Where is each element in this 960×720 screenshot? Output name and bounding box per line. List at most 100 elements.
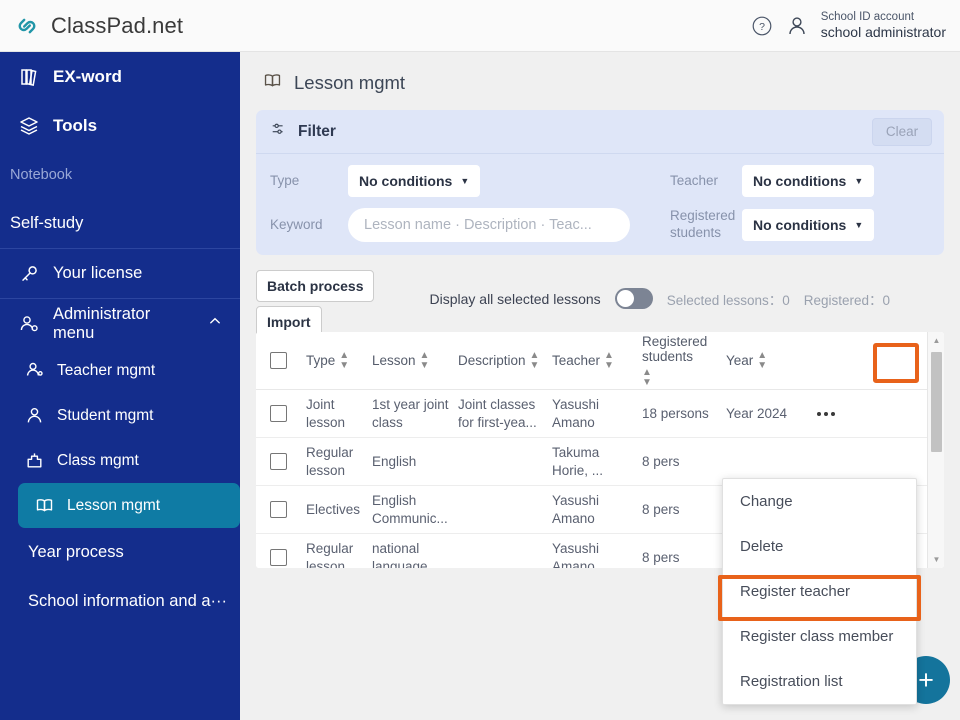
batch-process-button[interactable]: Batch process xyxy=(256,270,375,302)
kebab-menu-icon[interactable] xyxy=(806,398,846,429)
scrollbar-thumb[interactable] xyxy=(931,352,942,452)
chain-link-icon xyxy=(12,11,42,41)
column-label: Year xyxy=(726,353,754,368)
row-checkbox[interactable] xyxy=(270,501,287,518)
page-title: Lesson mgmt xyxy=(240,52,960,110)
sort-icon[interactable]: ▲ ▼ xyxy=(339,350,349,371)
filter-title: Filter xyxy=(298,122,336,140)
column-label: Registered students xyxy=(642,333,708,364)
registered-count: Registered：0 xyxy=(803,292,891,308)
scroll-down-icon[interactable]: ▼ xyxy=(928,551,944,568)
filter-header: Filter Clear xyxy=(256,110,944,154)
context-menu-item-delete[interactable]: Delete xyxy=(723,524,916,569)
sidebar-item-lesson-mgmt[interactable]: Lesson mgmt xyxy=(18,483,240,528)
person-icon[interactable] xyxy=(785,14,809,38)
sort-icon[interactable]: ▲ ▼ xyxy=(604,350,614,371)
brand[interactable]: ClassPad.net xyxy=(0,11,183,41)
cell-teacher: Yasushi Amano xyxy=(552,492,600,526)
row-checkbox[interactable] xyxy=(270,453,287,470)
cell-teacher: Yasushi Amano, ... xyxy=(552,540,614,568)
cell-lesson: English Communic... xyxy=(372,492,448,526)
filter-type-select[interactable]: No conditions ▼ xyxy=(348,165,481,197)
cell-type: Electives xyxy=(306,501,361,517)
sidebar-item-label: Your license xyxy=(53,264,143,282)
sort-icon[interactable]: ▲ ▼ xyxy=(530,350,540,371)
sidebar-item-your-license[interactable]: Your license xyxy=(0,249,240,298)
book-open-icon xyxy=(34,495,55,516)
sidebar-item-label: Notebook xyxy=(10,166,73,183)
sidebar-item-administrator-menu[interactable]: Administrator menu xyxy=(0,299,240,348)
cell-year: Year 2024 xyxy=(726,405,788,421)
sidebar-item-label: Self-study xyxy=(10,214,84,232)
sidebar-item-ex-word[interactable]: EX-word xyxy=(0,52,240,101)
filter-body: Type No conditions ▼ Keyword Teacher xyxy=(256,154,944,255)
books-icon xyxy=(18,66,40,88)
filter-teacher-select[interactable]: No conditions ▼ xyxy=(742,165,875,197)
cell-registered: 8 pers xyxy=(642,549,680,565)
top-bar: ClassPad.net ? School ID account school … xyxy=(0,0,960,52)
display-all-selected-toggle[interactable] xyxy=(614,288,653,309)
select-all-checkbox[interactable] xyxy=(270,352,287,369)
sidebar-item-teacher-mgmt[interactable]: Teacher mgmt xyxy=(0,348,240,393)
table-toolbar: Batch process Import Display all selecte… xyxy=(256,270,944,338)
sidebar-item-student-mgmt[interactable]: Student mgmt xyxy=(0,393,240,438)
row-checkbox[interactable] xyxy=(270,405,287,422)
context-menu-item-register-teacher[interactable]: Register teacher xyxy=(723,569,916,614)
toolbar-status: Display all selected lessons Selected le… xyxy=(429,288,890,309)
page-title-text: Lesson mgmt xyxy=(294,72,406,93)
sort-icon[interactable]: ▲ ▼ xyxy=(420,350,430,371)
column-label: Teacher xyxy=(552,353,601,368)
filter-right-column: Teacher No conditions ▼ Registered stude… xyxy=(670,165,875,242)
key-icon xyxy=(18,263,40,285)
filter-registered-select[interactable]: No conditions ▼ xyxy=(742,208,875,241)
sort-icon[interactable]: ▲ ▼ xyxy=(642,367,652,388)
filter-keyword-input[interactable] xyxy=(348,208,630,242)
filter-type-value: No conditions xyxy=(359,173,453,189)
display-all-selected-label: Display all selected lessons xyxy=(429,290,601,307)
chevron-down-icon: ▼ xyxy=(854,176,864,186)
filter-panel: Filter Clear Type No conditions ▼ Keywor… xyxy=(256,110,944,255)
sidebar-item-self-study[interactable]: Self-study xyxy=(0,199,240,248)
clear-filter-button[interactable]: Clear xyxy=(872,117,932,146)
svg-text:?: ? xyxy=(759,21,765,33)
filter-registered-value: No conditions xyxy=(753,216,847,233)
toolbox-icon xyxy=(18,115,40,137)
sidebar-item-year-process[interactable]: Year process xyxy=(0,528,240,577)
question-circle-icon[interactable]: ? xyxy=(751,15,773,37)
sidebar-item-school-information[interactable]: School information and a··· xyxy=(0,577,240,626)
column-header-type[interactable]: Type ▲ ▼ xyxy=(306,350,372,371)
filter-left-column: Type No conditions ▼ Keyword xyxy=(270,165,670,242)
row-checkbox[interactable] xyxy=(270,549,287,566)
sidebar-item-notebook[interactable]: Notebook xyxy=(0,150,240,199)
table-row[interactable]: Joint lesson 1st year joint class Joint … xyxy=(256,390,944,438)
chevron-up-icon[interactable] xyxy=(208,314,222,333)
scroll-up-icon[interactable]: ▲ xyxy=(928,332,944,349)
cell-registered: 8 pers xyxy=(642,453,680,469)
column-header-registered-students[interactable]: Registered students ▲ ▼ xyxy=(642,334,726,388)
column-header-year[interactable]: Year ▲ ▼ xyxy=(726,350,806,371)
column-header-description[interactable]: Description ▲ ▼ xyxy=(458,350,552,371)
chevron-down-icon: ▼ xyxy=(854,219,864,230)
admin-user-icon xyxy=(18,313,40,335)
account-info[interactable]: School ID account school administrator xyxy=(821,10,946,41)
context-menu-item-register-class-member[interactable]: Register class member xyxy=(723,614,916,659)
sidebar-item-label: Tools xyxy=(53,115,98,135)
row-select-cell xyxy=(270,501,306,518)
sidebar-item-tools[interactable]: Tools xyxy=(0,101,240,150)
sidebar-item-label: Administrator menu xyxy=(53,304,151,342)
context-menu-item-registration-list[interactable]: Registration list xyxy=(723,659,916,704)
sidebar-item-class-mgmt[interactable]: Class mgmt xyxy=(0,438,240,483)
context-menu-item-change[interactable]: Change xyxy=(723,479,916,524)
column-label: Lesson xyxy=(372,353,416,368)
row-select-cell xyxy=(270,549,306,566)
row-select-cell xyxy=(270,405,306,422)
filter-row-type: Type No conditions ▼ xyxy=(270,165,670,197)
cell-type: Regular lesson xyxy=(306,540,354,568)
column-header-teacher[interactable]: Teacher ▲ ▼ xyxy=(552,350,642,371)
select-all-cell xyxy=(270,352,306,369)
cell-lesson: English xyxy=(372,453,417,469)
account-name: school administrator xyxy=(820,23,946,40)
column-header-lesson[interactable]: Lesson ▲ ▼ xyxy=(372,350,458,371)
table-scrollbar[interactable]: ▲ ▼ xyxy=(927,332,944,568)
sort-icon[interactable]: ▲ ▼ xyxy=(757,350,767,371)
